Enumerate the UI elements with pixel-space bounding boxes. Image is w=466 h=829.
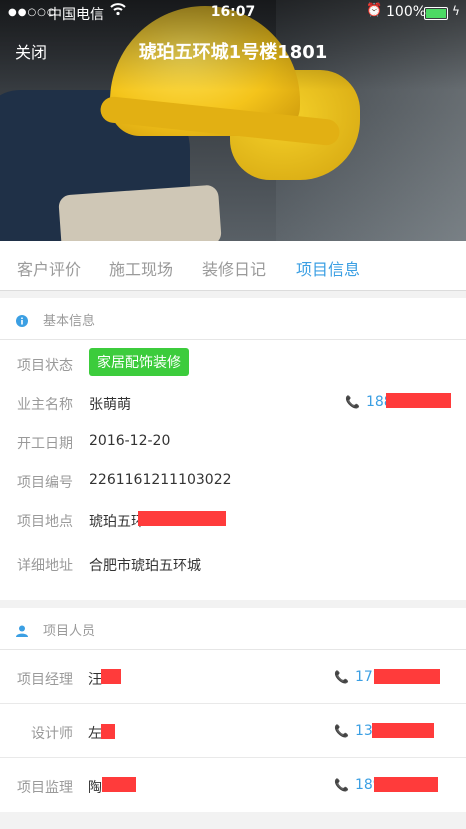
phone-icon: 📞	[334, 778, 349, 792]
basic-info-title: 基本信息	[43, 314, 96, 329]
redaction-block	[138, 511, 226, 526]
tab-renovation-diary[interactable]: 装修日记	[202, 256, 266, 280]
staff-name: 左	[88, 726, 102, 742]
redaction-block	[386, 393, 451, 408]
status-badge: 家居配饰装修	[89, 348, 189, 376]
location-value: 琥珀五环	[89, 514, 145, 530]
location-label: 项目地点	[17, 514, 73, 530]
info-icon	[16, 312, 28, 327]
redaction-block	[102, 777, 136, 792]
phone-icon: 📞	[334, 670, 349, 684]
owner-label: 业主名称	[17, 397, 73, 413]
tab-bar: 客户评价 施工现场 装修日记 项目信息	[0, 241, 466, 291]
project-code-value: 2261161211103022	[89, 472, 232, 488]
tab-construction-site[interactable]: 施工现场	[109, 256, 173, 280]
start-date-label: 开工日期	[17, 436, 73, 452]
redaction-block	[101, 724, 115, 739]
phone-icon: 📞	[334, 724, 349, 738]
status-label: 项目状态	[17, 358, 73, 374]
staff-name: 汪	[88, 672, 102, 688]
basic-info-header: 基本信息	[0, 298, 466, 340]
staff-name: 陶	[88, 780, 102, 796]
alarm-icon: ⏰	[366, 3, 383, 18]
battery-icon	[424, 7, 448, 20]
redaction-block	[101, 669, 121, 684]
address-value: 合肥市琥珀五环城	[89, 558, 201, 574]
person-icon	[16, 622, 28, 637]
redaction-block	[372, 723, 434, 738]
redaction-block	[374, 669, 440, 684]
project-staff-title: 项目人员	[43, 624, 96, 639]
header-photo	[0, 0, 466, 241]
project-staff-header: 项目人员	[0, 608, 466, 650]
battery-percent: 100%	[386, 4, 427, 20]
tab-customer-reviews[interactable]: 客户评价	[17, 256, 81, 280]
charging-icon: ϟ	[452, 4, 460, 18]
basic-info-card: 基本信息 项目状态 家居配饰装修 业主名称 张萌萌 📞 188 开工日期 2016…	[0, 298, 466, 600]
address-label: 详细地址	[17, 558, 73, 574]
staff-role: 项目经理	[17, 672, 73, 688]
phone-icon: 📞	[345, 395, 360, 409]
staff-role: 项目监理	[17, 780, 73, 796]
project-staff-card: 项目人员 项目经理 汪 📞 177 设计师 左 📞 139 项目监理 陶 📞 189	[0, 608, 466, 812]
start-date-value: 2016-12-20	[89, 433, 171, 449]
status-bar: ●●○○○ 中国电信 16:07 ⏰ 100% ϟ	[0, 0, 466, 26]
owner-name: 张萌萌	[89, 397, 131, 413]
page-title: 琥珀五环城1号楼1801	[138, 42, 328, 63]
tab-project-info[interactable]: 项目信息	[296, 256, 360, 280]
redaction-block	[374, 777, 438, 792]
project-code-label: 项目编号	[17, 475, 73, 491]
staff-role: 设计师	[31, 726, 73, 742]
